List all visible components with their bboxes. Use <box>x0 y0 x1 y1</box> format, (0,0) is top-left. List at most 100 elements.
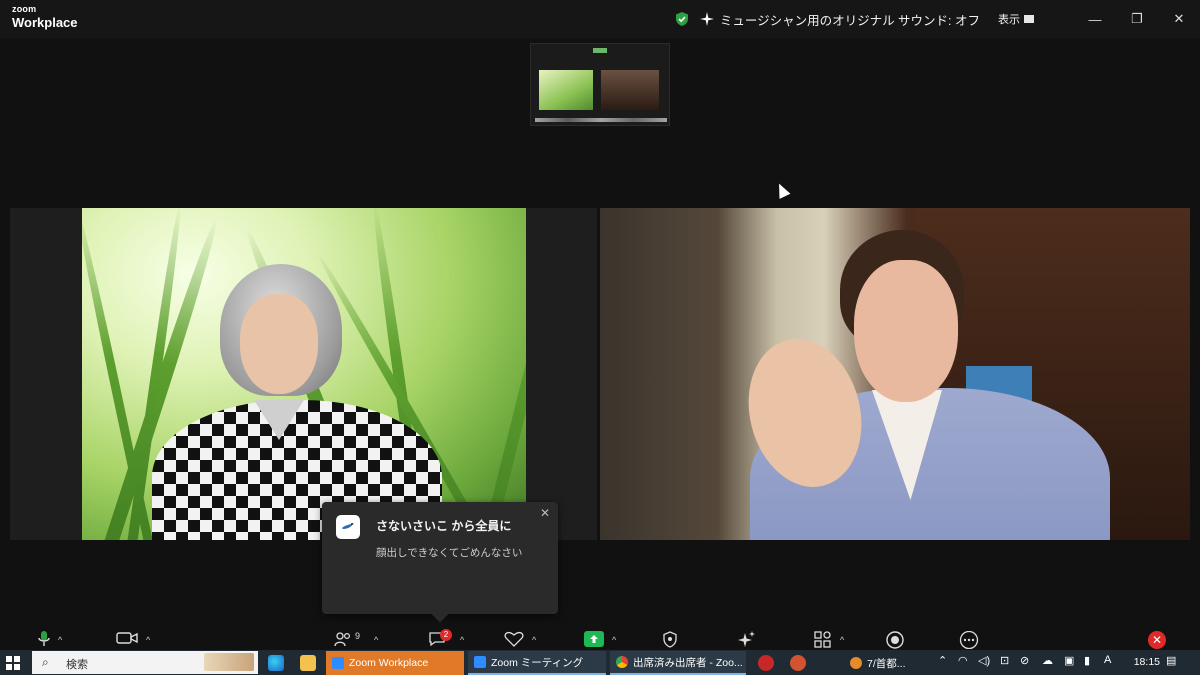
apps-options-caret[interactable]: ^ <box>840 635 844 645</box>
arrow-up-icon <box>590 635 598 643</box>
title-bar-controls: ミュージシャン用のオリジナル サウンド: オフ 表示 — ❐ ✕ <box>674 0 1200 38</box>
task-traffic-widget[interactable]: 7/首都... <box>844 651 934 675</box>
taskbar-clock[interactable]: 18:15 <box>1134 656 1160 668</box>
zoom-app-icon <box>332 657 344 669</box>
zoom-workplace-logo: zoom Workplace <box>12 4 78 30</box>
file-explorer-icon[interactable] <box>300 655 316 671</box>
participant-1-face <box>240 294 318 394</box>
chat-options-caret[interactable]: ^ <box>460 635 464 645</box>
video-stage <box>0 38 1200 625</box>
share-screen-button[interactable] <box>584 631 604 647</box>
record-icon[interactable] <box>886 631 904 649</box>
tray-overflow-chevron-icon[interactable]: ⌃ <box>938 654 947 667</box>
ai-companion-control[interactable] <box>736 631 756 649</box>
apps-icon[interactable] <box>814 631 832 649</box>
chat-unread-badge: 2 <box>440 629 452 641</box>
participant-video-tile-2[interactable] <box>600 208 1190 540</box>
participants-icon[interactable] <box>334 631 352 647</box>
windows-taskbar: ⌕ 検索 Zoom Workplace Zoom ミーティング 出席済み出席者 … <box>0 650 1200 675</box>
chrome-icon <box>616 656 628 668</box>
react-options-caret[interactable]: ^ <box>532 635 536 645</box>
view-menu-label[interactable]: 表示 <box>998 11 1020 27</box>
logo-large-text: Workplace <box>12 15 78 30</box>
task-label: 出席済み出席者 - Zoo... <box>633 656 743 669</box>
zoom-app-icon <box>474 656 486 668</box>
cloud-icon[interactable]: ☁ <box>1042 654 1053 667</box>
microphone-icon[interactable] <box>38 631 50 647</box>
record-control[interactable] <box>886 631 904 649</box>
host-tools-control[interactable] <box>662 631 678 648</box>
thumbnail-participant-1[interactable] <box>539 70 593 110</box>
react-control[interactable]: ^ <box>504 631 536 647</box>
network-icon[interactable]: ⊡ <box>1000 654 1009 667</box>
task-zoom-meeting[interactable]: Zoom ミーティング <box>468 651 606 675</box>
microphone-tray-icon[interactable]: ▮ <box>1084 654 1090 667</box>
windows-start-icon[interactable] <box>6 656 20 670</box>
original-sound-toggle[interactable]: ミュージシャン用のオリジナル サウンド: オフ <box>720 10 980 29</box>
search-icon: ⌕ <box>42 655 49 669</box>
sync-icon[interactable]: ⊘ <box>1020 654 1029 667</box>
sender-avatar <box>336 515 360 539</box>
search-highlight-image <box>204 653 254 671</box>
participants-options-caret[interactable]: ^ <box>374 635 378 645</box>
video-control[interactable]: ^ <box>116 631 150 645</box>
ai-companion-sparkle-icon[interactable] <box>736 631 756 649</box>
shield-check-icon[interactable] <box>674 11 690 27</box>
host-tools-shield-icon[interactable] <box>662 631 678 648</box>
taskbar-search-box[interactable]: ⌕ 検索 <box>32 651 258 674</box>
thumbnail-speaker-indicator <box>593 48 607 53</box>
volume-icon[interactable]: ◁) <box>978 654 990 667</box>
participant-video-tile-1[interactable] <box>10 208 597 540</box>
minimize-button[interactable]: — <box>1074 0 1116 38</box>
meeting-controls-toolbar: ^ ^ 9 ^ 2 ^ ^ ^ ^ ✕ <box>0 625 1200 650</box>
participants-count: 9 <box>355 631 361 641</box>
more-control[interactable] <box>958 631 980 649</box>
thumbnail-scrollbar[interactable] <box>535 118 667 122</box>
search-placeholder: 検索 <box>66 659 88 671</box>
share-control[interactable]: ^ <box>584 631 616 647</box>
task-zoom-workplace[interactable]: Zoom Workplace <box>326 651 464 675</box>
participant-video-feed-2 <box>600 208 1190 540</box>
end-meeting-button[interactable]: ✕ <box>1148 631 1166 649</box>
task-label: Zoom Workplace <box>349 657 429 669</box>
video-options-caret[interactable]: ^ <box>146 635 150 645</box>
audio-control[interactable]: ^ <box>38 631 62 647</box>
close-window-button[interactable]: ✕ <box>1158 0 1200 38</box>
powerpoint-icon[interactable] <box>790 655 806 671</box>
camera-icon[interactable] <box>116 631 138 645</box>
participants-control[interactable]: 9 ^ <box>334 631 378 647</box>
notifications-icon[interactable]: ▤ <box>1166 654 1176 667</box>
chat-notification[interactable]: さないさいこ から全員に 顔出しできなくてごめんなさい ✕ <box>322 502 558 623</box>
more-dots-icon[interactable] <box>958 631 980 649</box>
notification-sender: さないさいこ から全員に <box>376 519 512 533</box>
media-app-icon[interactable] <box>758 655 774 671</box>
title-bar: zoom Workplace ミュージシャン用のオリジナル サウンド: オフ 表… <box>0 0 1200 38</box>
view-grid-icon[interactable] <box>1024 15 1034 23</box>
gallery-thumbnail-strip[interactable] <box>530 43 670 126</box>
notification-close-button[interactable]: ✕ <box>540 506 550 520</box>
share-options-caret[interactable]: ^ <box>612 635 616 645</box>
grass-blade <box>472 209 526 540</box>
notification-message: 顔出しできなくてごめんなさい <box>376 547 523 559</box>
chat-control[interactable]: 2 ^ <box>428 629 464 647</box>
ime-indicator[interactable]: A <box>1104 654 1111 666</box>
edge-browser-icon[interactable] <box>268 655 284 671</box>
task-label: 7/首都... <box>867 657 906 670</box>
car-icon <box>850 657 862 669</box>
task-label: Zoom ミーティング <box>491 656 584 669</box>
end-meeting-control[interactable]: ✕ <box>1148 631 1166 649</box>
task-attendees-browser[interactable]: 出席済み出席者 - Zoo... <box>610 651 746 675</box>
logo-small-text: zoom <box>12 4 37 14</box>
camera-tray-icon[interactable]: ▣ <box>1064 654 1074 667</box>
restore-button[interactable]: ❐ <box>1116 0 1158 38</box>
sparkle-icon <box>699 12 714 26</box>
bird-icon <box>342 523 354 529</box>
wifi-icon[interactable]: ◠ <box>958 654 968 667</box>
apps-control[interactable]: ^ <box>814 631 844 649</box>
zoom-meeting-window: zoom Workplace ミュージシャン用のオリジナル サウンド: オフ 表… <box>0 0 1200 675</box>
thumbnail-participant-2[interactable] <box>601 70 659 110</box>
participant-2-face <box>854 260 958 402</box>
participant-video-feed-1 <box>82 208 526 540</box>
heart-icon[interactable] <box>504 631 524 647</box>
audio-options-caret[interactable]: ^ <box>58 635 62 645</box>
